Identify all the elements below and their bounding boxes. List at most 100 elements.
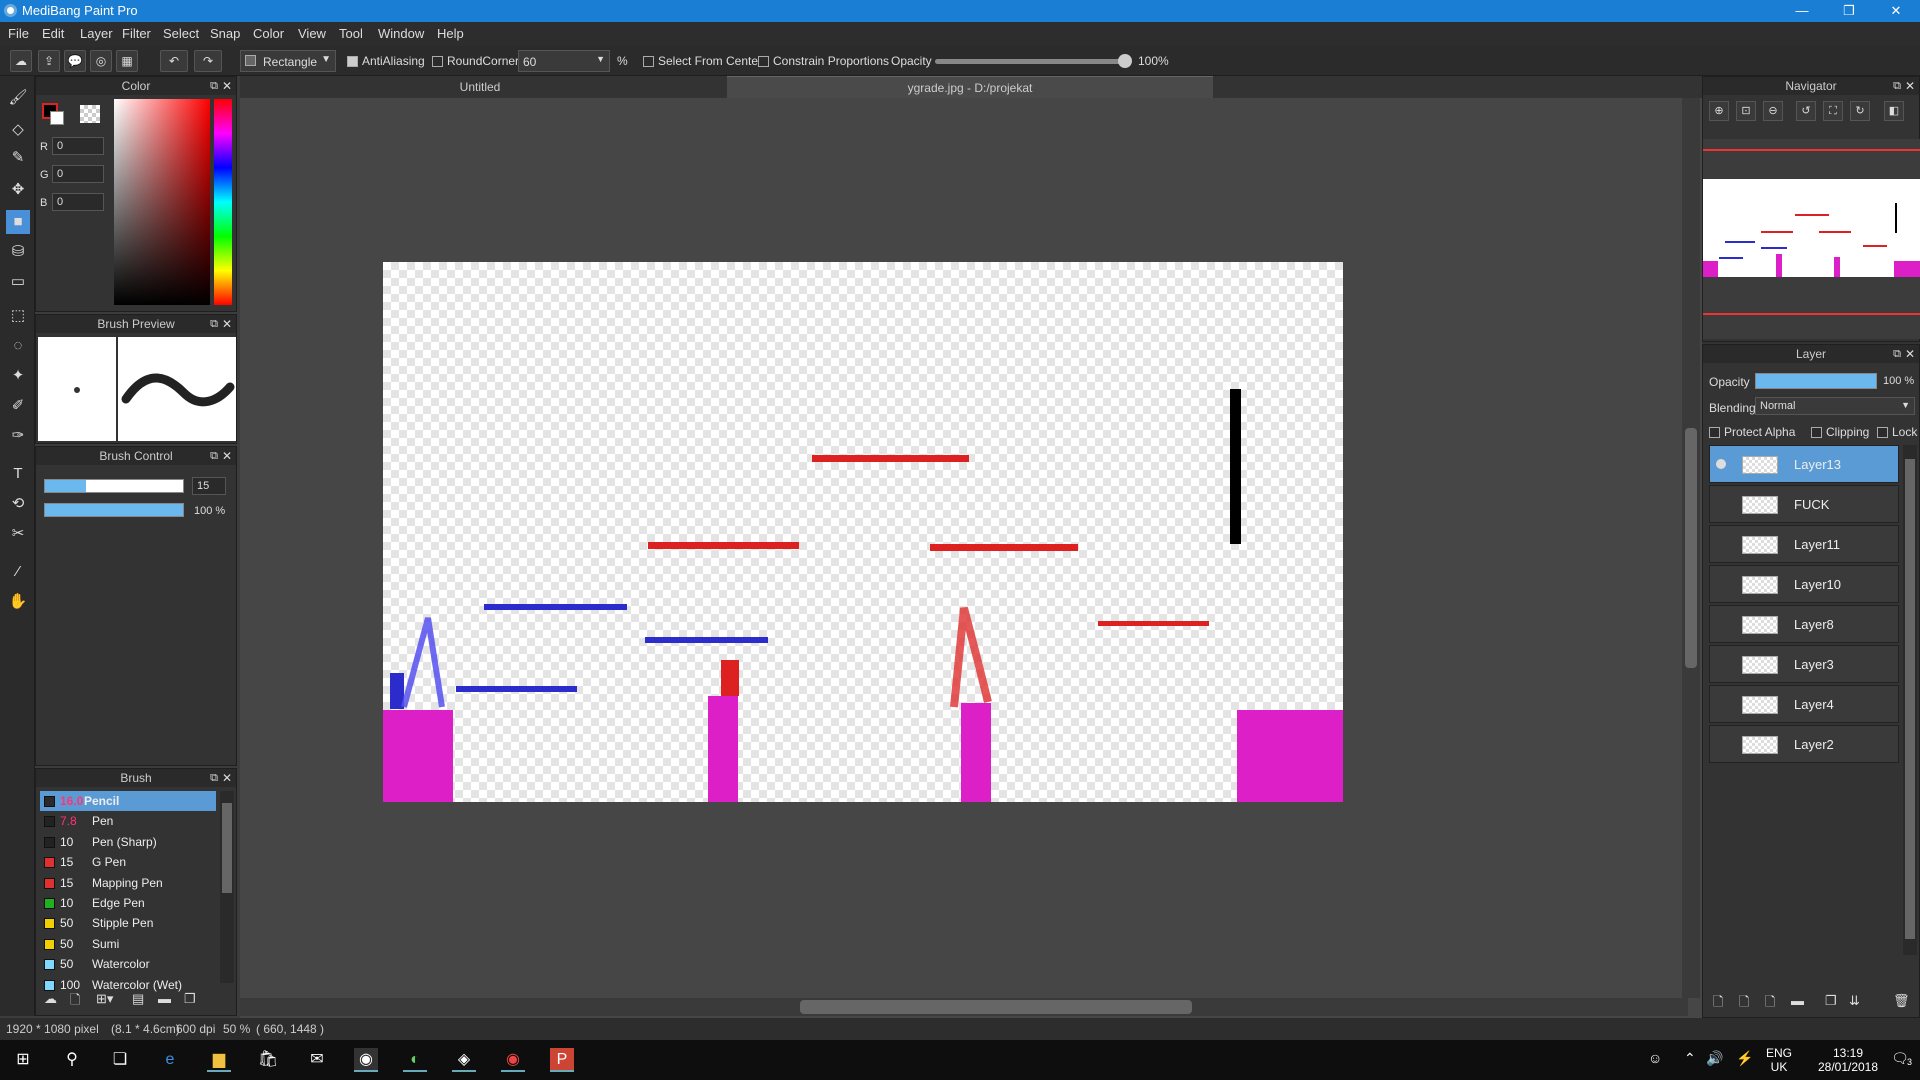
divide-tool-icon[interactable]: ✂ [6, 522, 30, 546]
brush-item[interactable]: 7.8 Pen [40, 811, 216, 831]
popout-icon[interactable]: ⧉ [210, 77, 218, 95]
chevron-up-icon[interactable]: ⌃ [1684, 1050, 1696, 1067]
brush-size-input[interactable]: 15 [192, 477, 226, 495]
b-input[interactable]: 0 [52, 193, 104, 211]
fullscreen-icon[interactable]: ⛶ [1823, 101, 1843, 121]
people-icon[interactable]: ☺ [1648, 1050, 1662, 1066]
select-eraser-icon[interactable]: ✑ [6, 424, 30, 448]
cloud-icon[interactable]: ☁ [10, 50, 32, 72]
popout-icon[interactable]: ⧉ [210, 315, 218, 333]
undo-button[interactable]: ↶ [160, 50, 188, 72]
layer-row[interactable]: FUCK [1709, 485, 1899, 523]
menu-select[interactable]: Select [163, 26, 199, 41]
navigator-view[interactable] [1703, 139, 1920, 339]
notifications-icon[interactable]: 🗨 3 [1888, 1050, 1912, 1067]
horizontal-scrollbar[interactable] [240, 998, 1688, 1016]
move-tool-icon[interactable]: ✥ [6, 178, 30, 202]
folder-icon[interactable]: ▬ [1791, 993, 1804, 1008]
popout-icon[interactable]: ⧉ [1893, 77, 1901, 95]
menu-help[interactable]: Help [437, 26, 464, 41]
text-tool-icon[interactable]: T [6, 462, 30, 486]
clock[interactable]: 13:19 28/01/2018 [1810, 1046, 1886, 1074]
merge-layer-icon[interactable]: ⇊ [1849, 993, 1860, 1009]
drawing-canvas[interactable] [383, 262, 1343, 802]
duplicate-layer-icon[interactable]: ❐ [1825, 993, 1837, 1009]
hand-tool-icon[interactable]: ✋ [6, 590, 30, 614]
select-from-center-toggle[interactable]: Select From Center [643, 54, 762, 68]
scrollbar-thumb[interactable] [222, 803, 232, 893]
layer-row[interactable]: Layer11 [1709, 525, 1899, 563]
brush-item[interactable]: 15 G Pen [40, 852, 216, 872]
store-icon[interactable]: 🛍 [256, 1048, 280, 1072]
brush-tool-icon[interactable]: 🖌 [6, 86, 30, 110]
menu-snap[interactable]: Snap [210, 26, 240, 41]
brush-item[interactable]: 10 Pen (Sharp) [40, 832, 216, 852]
brush-settings-icon[interactable]: ▤ [132, 991, 144, 1007]
shape-select[interactable]: Rectangle ▼ [240, 50, 336, 72]
layer-list-scrollbar[interactable] [1903, 445, 1917, 955]
chrome-icon[interactable]: ◉ [501, 1048, 525, 1072]
popout-icon[interactable]: ⧉ [1893, 345, 1901, 363]
scrollbar-thumb[interactable] [1685, 428, 1697, 668]
mail-icon[interactable]: ✉ [305, 1048, 329, 1072]
close-icon[interactable]: ✕ [222, 447, 232, 465]
language-indicator[interactable]: ENG UK [1764, 1046, 1794, 1074]
close-icon[interactable]: ✕ [1905, 77, 1915, 95]
hue-slider[interactable] [214, 99, 232, 305]
start-icon[interactable]: ⊞ [11, 1048, 35, 1072]
brush-list-scrollbar[interactable] [220, 791, 234, 983]
layer-row[interactable]: Layer10 [1709, 565, 1899, 603]
share-icon[interactable]: ⇪ [38, 50, 60, 72]
folder-icon[interactable]: ▬ [158, 991, 171, 1006]
blending-select[interactable]: Normal ▼ [1755, 397, 1915, 415]
opacity-slider[interactable] [935, 54, 1132, 68]
new-layer-icon[interactable]: 🗋 [1713, 993, 1723, 1015]
fill-tool-icon[interactable]: ⛁ [6, 240, 30, 264]
cloud-brush-icon[interactable]: ☁ [44, 991, 57, 1007]
lock-toggle[interactable]: Lock [1877, 425, 1917, 439]
eraser-tool-icon[interactable]: ◇ [6, 118, 30, 142]
constrain-toggle[interactable]: Constrain Proportions [758, 54, 889, 68]
menu-filter[interactable]: Filter [122, 26, 151, 41]
comment-icon[interactable]: 💬 [64, 50, 86, 72]
lasso-icon[interactable]: ◌ [6, 334, 30, 358]
operation-tool-icon[interactable]: ⟲ [6, 492, 30, 516]
delete-layer-icon[interactable]: 🗑 [1893, 993, 1910, 1009]
grid-icon[interactable]: ▦ [116, 50, 138, 72]
protect-alpha-toggle[interactable]: Protect Alpha [1709, 425, 1795, 439]
rotate-left-icon[interactable]: ↺ [1796, 101, 1816, 121]
brush-item[interactable]: 50 Watercolor [40, 954, 216, 974]
task-view-icon[interactable]: ❏ [108, 1048, 132, 1072]
brush-item[interactable]: 15 Mapping Pen [40, 873, 216, 893]
select-pen-icon[interactable]: ✐ [6, 394, 30, 418]
add-brush-icon[interactable]: ⊞▾ [96, 991, 113, 1007]
redo-button[interactable]: ↷ [194, 50, 222, 72]
layer-row[interactable]: Layer8 [1709, 605, 1899, 643]
close-icon[interactable]: ✕ [1905, 345, 1915, 363]
new-brush-icon[interactable]: 🗋 [70, 991, 80, 1013]
paint-app-icon[interactable]: ◐ [403, 1048, 427, 1072]
unity-icon[interactable]: ◈ [452, 1048, 476, 1072]
menu-window[interactable]: Window [378, 26, 424, 41]
gradient-tool-icon[interactable]: ▭ [6, 270, 30, 294]
popout-icon[interactable]: ⧉ [210, 447, 218, 465]
tab-ygrade[interactable]: ygrade.jpg - D:/projekat [727, 76, 1213, 98]
rotate-right-icon[interactable]: ↻ [1850, 101, 1870, 121]
material-icon[interactable]: ◎ [90, 50, 112, 72]
popout-icon[interactable]: ⧉ [210, 769, 218, 787]
menu-view[interactable]: View [298, 26, 326, 41]
roundcorner-toggle[interactable]: RoundCorner [432, 54, 519, 68]
vertical-scrollbar[interactable] [1682, 98, 1700, 998]
file-explorer-icon[interactable]: ▆ [207, 1048, 231, 1072]
layer-row[interactable]: Layer13 [1709, 445, 1899, 483]
layer-row[interactable]: Layer3 [1709, 645, 1899, 683]
network-icon[interactable]: ⚡ [1736, 1050, 1753, 1067]
minimize-button[interactable]: — [1779, 0, 1825, 22]
constrain-checkbox[interactable] [758, 56, 769, 68]
antialiasing-checkbox[interactable] [347, 56, 358, 68]
brush-opacity-slider[interactable] [44, 503, 184, 517]
select-from-center-checkbox[interactable] [643, 56, 654, 68]
r-input[interactable]: 0 [52, 137, 104, 155]
layer-row[interactable]: Layer4 [1709, 685, 1899, 723]
brush-item[interactable]: 10 Edge Pen [40, 893, 216, 913]
